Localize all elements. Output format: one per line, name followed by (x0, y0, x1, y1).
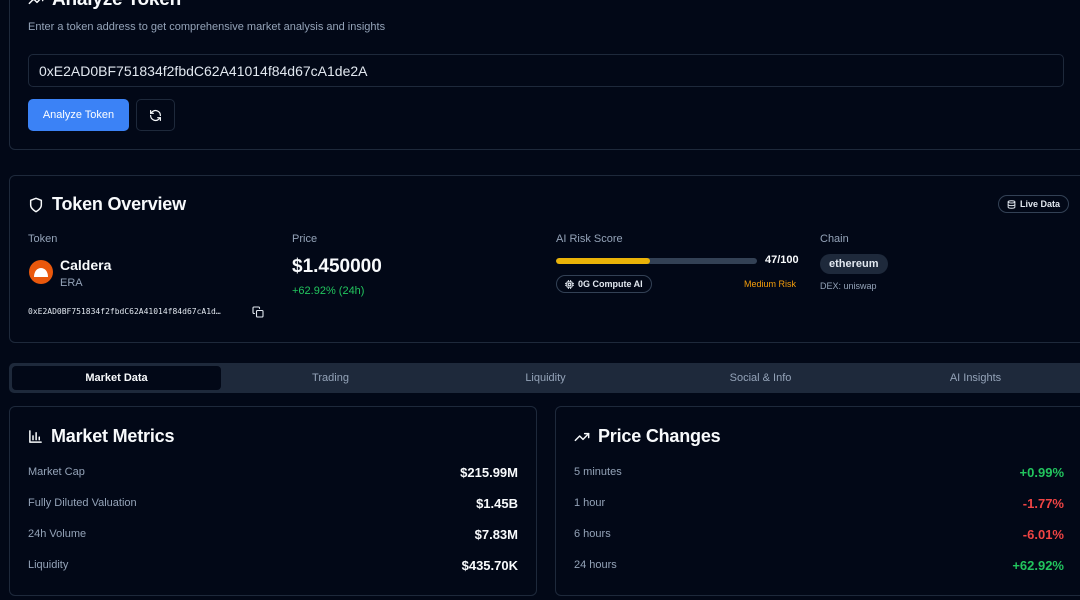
metric-row: Market Cap $215.99M (28, 464, 518, 480)
bar-chart-icon (28, 429, 43, 444)
token-address-input[interactable] (28, 54, 1064, 87)
token-overview-card: Token Overview Live Data Token Caldera E… (9, 175, 1080, 343)
refresh-button[interactable] (136, 99, 175, 131)
metric-label: Fully Diluted Valuation (28, 497, 137, 509)
compute-ai-text: 0G Compute AI (578, 279, 643, 289)
price-changes-title: Price Changes (574, 426, 721, 447)
risk-score-value: 47/100 (765, 254, 799, 266)
analyze-subtitle: Enter a token address to get comprehensi… (28, 21, 386, 33)
trending-up-icon (28, 0, 44, 8)
token-overview-title: Token Overview (28, 194, 186, 215)
change-label: 1 hour (574, 497, 606, 509)
refresh-icon (149, 109, 162, 122)
change-value: -6.01% (1022, 526, 1064, 542)
metric-label: Market Cap (28, 466, 85, 478)
token-label: Token (28, 233, 58, 245)
tabs-bar: Market Data Trading Liquidity Social & I… (9, 363, 1080, 393)
token-symbol: ERA (60, 277, 83, 289)
token-name: Caldera (60, 257, 112, 273)
change-row: 5 minutes +0.99% (574, 464, 1064, 480)
dex-label: DEX: uniswap (820, 281, 877, 291)
metric-value: $7.83M (474, 526, 518, 542)
cpu-icon (565, 279, 574, 289)
trending-up-icon (574, 429, 590, 445)
price-changes-title-text: Price Changes (598, 426, 721, 446)
change-label: 6 hours (574, 528, 611, 540)
metric-value: $435.70K (461, 557, 518, 573)
change-value: +62.92% (1012, 557, 1064, 573)
token-address: 0xE2AD0BF751834f2fbdC62A41014f84d67cA1d… (28, 307, 221, 316)
risk-level: Medium Risk (744, 279, 797, 289)
metric-row: 24h Volume $7.83M (28, 526, 518, 542)
price-change-24h: +62.92% (24h) (292, 285, 365, 297)
market-metrics-title-text: Market Metrics (51, 426, 175, 446)
tab-liquidity[interactable]: Liquidity (438, 366, 653, 390)
market-metrics-card: Market Metrics Market Cap $215.99M Fully… (9, 406, 537, 596)
metric-label: Liquidity (28, 559, 69, 571)
price-changes-card: Price Changes 5 minutes +0.99% 1 hour -1… (555, 406, 1080, 596)
shield-icon (28, 197, 44, 213)
database-icon (1007, 199, 1016, 209)
token-logo (29, 260, 53, 284)
change-row: 1 hour -1.77% (574, 495, 1064, 511)
analyze-title-text: Analyze Token (52, 0, 181, 11)
change-value: +0.99% (1019, 464, 1064, 480)
analyze-token-button[interactable]: Analyze Token (28, 99, 129, 131)
token-overview-title-text: Token Overview (52, 194, 186, 214)
copy-icon (252, 306, 264, 318)
metric-value: $1.45B (476, 495, 518, 511)
change-label: 24 hours (574, 559, 617, 571)
compute-ai-badge: 0G Compute AI (556, 275, 652, 293)
token-price: $1.450000 (292, 256, 382, 277)
live-data-badge: Live Data (998, 195, 1070, 213)
change-row: 24 hours +62.92% (574, 557, 1064, 573)
live-data-text: Live Data (1020, 199, 1061, 209)
risk-score-bar (556, 258, 757, 264)
chain-badge: ethereum (820, 254, 888, 274)
change-row: 6 hours -6.01% (574, 526, 1064, 542)
tab-market-data[interactable]: Market Data (12, 366, 221, 390)
price-label: Price (292, 233, 318, 245)
analyze-title: Analyze Token (28, 0, 181, 11)
change-value: -1.77% (1022, 495, 1064, 511)
chain-label: Chain (820, 233, 849, 245)
tab-social-info[interactable]: Social & Info (653, 366, 868, 390)
metric-row: Liquidity $435.70K (28, 557, 518, 573)
tab-ai-insights[interactable]: AI Insights (868, 366, 1080, 390)
risk-score-label: AI Risk Score (556, 233, 623, 245)
metric-value: $215.99M (460, 464, 518, 480)
change-label: 5 minutes (574, 466, 622, 478)
tab-trading[interactable]: Trading (223, 366, 438, 390)
metric-row: Fully Diluted Valuation $1.45B (28, 495, 518, 511)
metric-label: 24h Volume (28, 528, 87, 540)
copy-address-button[interactable] (250, 304, 266, 320)
risk-score-fill (556, 258, 651, 264)
analyze-token-card: Analyze Token Enter a token address to g… (9, 0, 1080, 150)
market-metrics-title: Market Metrics (28, 426, 174, 447)
